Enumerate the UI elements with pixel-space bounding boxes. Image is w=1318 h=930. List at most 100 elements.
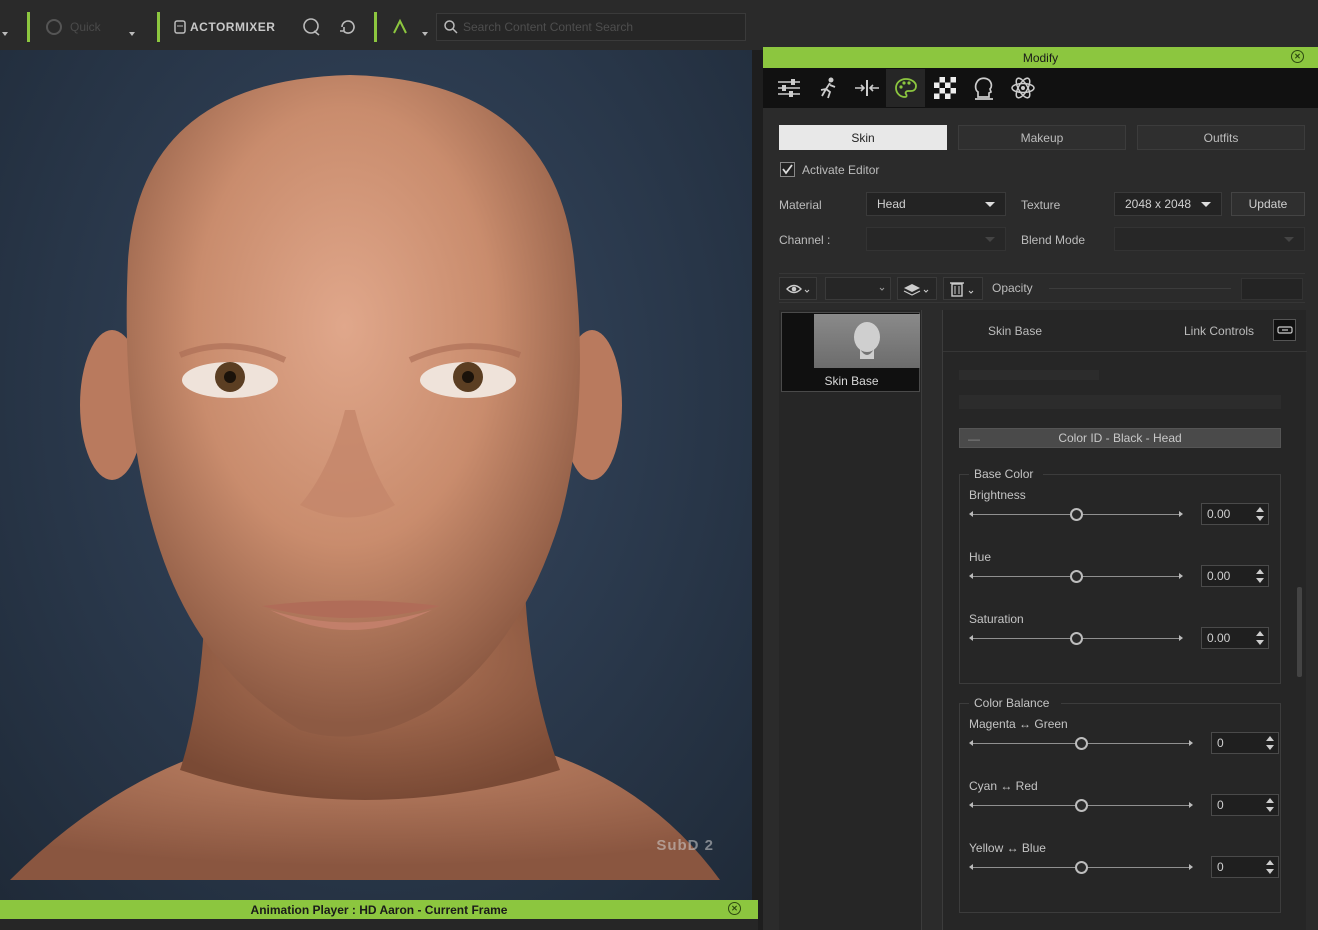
modify-icon-tabs	[763, 68, 1318, 108]
base-color-title: Base Color	[971, 467, 1037, 481]
properties-scrollbar[interactable]	[1297, 587, 1302, 677]
color-id-label: Color ID - Black - Head	[1058, 431, 1182, 445]
quick-icon	[46, 19, 62, 35]
properties-title: Skin Base	[988, 324, 1043, 338]
opacity-input[interactable]	[1241, 278, 1303, 300]
link-controls-button[interactable]	[1273, 319, 1296, 341]
opacity-slider[interactable]	[1049, 288, 1231, 289]
magenta-green-label: Magenta ↔ Green	[969, 717, 1068, 731]
saturation-slider-thumb[interactable]	[1070, 632, 1083, 645]
activate-editor-checkbox[interactable]	[780, 162, 795, 177]
material-dropdown[interactable]: Head	[866, 192, 1006, 216]
brightness-value-input[interactable]: 0.00	[1201, 503, 1269, 525]
spinner-arrows-icon[interactable]	[1265, 859, 1275, 875]
layer-list: Skin Base	[779, 310, 922, 930]
tab-appearance[interactable]	[886, 69, 925, 107]
layer-toolbar: Opacity	[779, 273, 1305, 303]
close-icon[interactable]: ✕	[728, 902, 741, 915]
chevron-down-icon	[985, 202, 995, 207]
actormixer-button[interactable]: ACTORMIXER	[173, 14, 275, 40]
slider-right-arrow-icon	[1179, 511, 1183, 517]
saturation-value: 0.00	[1207, 631, 1231, 645]
main-toolbar: Quick ACTORMIXER	[0, 0, 1318, 50]
tab-edit[interactable]	[847, 69, 886, 107]
chevron-down-icon	[879, 287, 885, 291]
hue-slider-thumb[interactable]	[1070, 570, 1083, 583]
cyan-red-label: Cyan ↔ Red	[969, 779, 1038, 793]
yellow-blue-slider-thumb[interactable]	[1075, 861, 1088, 874]
spinner-arrows-icon[interactable]	[1255, 506, 1265, 522]
material-value: Head	[877, 197, 906, 211]
yellow-blue-value: 0	[1217, 860, 1224, 874]
close-icon[interactable]: ✕	[1291, 50, 1304, 63]
yellow-blue-value-input[interactable]: 0	[1211, 856, 1279, 878]
texture-size-dropdown[interactable]: 2048 x 2048	[1114, 192, 1222, 216]
tab-pose[interactable]	[964, 69, 1003, 107]
slider-left-arrow-icon	[969, 511, 973, 517]
headshot-button[interactable]	[301, 14, 323, 40]
group-border	[1043, 474, 1281, 475]
3d-viewport[interactable]: SubD 2	[0, 50, 760, 900]
panel-splitter[interactable]	[752, 50, 763, 930]
tab-attribute[interactable]	[769, 69, 808, 107]
chevron-down-icon[interactable]	[129, 32, 135, 36]
hue-value: 0.00	[1207, 569, 1231, 583]
layer-thumbnail	[814, 314, 920, 368]
cyan-red-slider-thumb[interactable]	[1075, 799, 1088, 812]
saturation-value-input[interactable]: 0.00	[1201, 627, 1269, 649]
update-button[interactable]: Update	[1231, 192, 1305, 216]
spinner-arrows-icon[interactable]	[1255, 630, 1265, 646]
modify-title: Modify	[1022, 50, 1059, 65]
layer-item[interactable]: Skin Base	[781, 312, 920, 392]
texture-value: 2048 x 2048	[1125, 197, 1192, 211]
brightness-slider-thumb[interactable]	[1070, 508, 1083, 521]
slider-left-arrow-icon	[969, 573, 973, 579]
tab-physics[interactable]	[1003, 69, 1042, 107]
tool-button[interactable]	[390, 14, 410, 40]
tab-motion[interactable]	[808, 69, 847, 107]
link-controls-label: Link Controls	[1184, 324, 1255, 338]
pose-tool-icon	[393, 18, 407, 34]
tab-outfits[interactable]: Outfits	[1137, 125, 1305, 150]
visibility-button[interactable]	[779, 277, 817, 300]
cyan-red-value-input[interactable]: 0	[1211, 794, 1279, 816]
quick-button[interactable]: Quick	[44, 14, 101, 40]
collapse-icon: —	[968, 432, 980, 446]
color-id-section[interactable]: — Color ID - Black - Head	[959, 428, 1281, 448]
brightness-value: 0.00	[1207, 507, 1231, 521]
content-search[interactable]	[436, 13, 746, 41]
blend-mode-dropdown[interactable]	[1114, 227, 1305, 251]
atom-icon	[1010, 77, 1035, 99]
channel-label: Channel :	[779, 233, 831, 247]
trash-icon	[950, 281, 974, 297]
chevron-down-icon[interactable]	[2, 32, 8, 36]
spinner-arrows-icon[interactable]	[1265, 735, 1275, 751]
eye-icon	[786, 284, 810, 293]
link-icon	[1276, 326, 1293, 334]
magenta-green-slider-thumb[interactable]	[1075, 737, 1088, 750]
head-silhouette-icon	[854, 322, 880, 359]
layer-stack-button[interactable]	[897, 277, 937, 300]
slider-left-arrow-icon	[969, 802, 973, 808]
animation-player-title: Animation Player : HD Aaron - Current Fr…	[250, 902, 508, 917]
tab-material[interactable]	[925, 69, 964, 107]
spinner-arrows-icon[interactable]	[1265, 797, 1275, 813]
search-icon	[444, 20, 458, 34]
running-figure-icon	[820, 77, 835, 99]
toolbar-divider	[374, 12, 377, 42]
hue-value-input[interactable]: 0.00	[1201, 565, 1269, 587]
slider-left-arrow-icon	[969, 864, 973, 870]
channel-dropdown[interactable]	[866, 227, 1006, 251]
chevron-down-icon[interactable]	[422, 32, 428, 36]
brightness-label: Brightness	[969, 488, 1026, 502]
saturation-label: Saturation	[969, 612, 1024, 626]
search-input[interactable]	[463, 20, 733, 34]
magenta-green-value: 0	[1217, 736, 1224, 750]
refresh-button[interactable]	[337, 14, 359, 40]
delete-layer-button[interactable]	[943, 277, 983, 300]
layer-add-button[interactable]	[825, 277, 891, 300]
tab-skin[interactable]: Skin	[779, 125, 947, 150]
tab-makeup[interactable]: Makeup	[958, 125, 1126, 150]
magenta-green-value-input[interactable]: 0	[1211, 732, 1279, 754]
spinner-arrows-icon[interactable]	[1255, 568, 1265, 584]
